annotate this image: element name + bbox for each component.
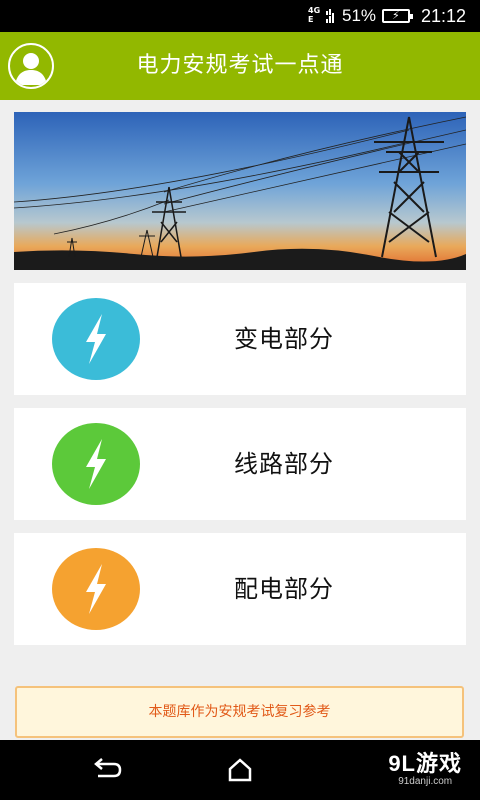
clock: 21:12 bbox=[421, 6, 467, 26]
system-nav-bar: 9L游戏 91danji.com bbox=[0, 740, 480, 800]
banner-image bbox=[14, 112, 466, 270]
category-label: 线路部分 bbox=[234, 450, 334, 478]
category-distribution[interactable]: 配电部分 bbox=[14, 533, 466, 645]
app-title: 电力安规考试一点通 bbox=[136, 53, 344, 78]
category-label: 变电部分 bbox=[234, 325, 334, 353]
notice-banner: 本题库作为安规考试复习参考 bbox=[15, 686, 464, 738]
back-icon[interactable] bbox=[88, 752, 124, 788]
home-icon[interactable] bbox=[222, 752, 258, 788]
status-bar: 4G E 51% ⚡ 21:12 bbox=[0, 0, 480, 32]
network-icon: 4G E bbox=[308, 6, 321, 24]
lightning-bolt-icon bbox=[52, 298, 140, 380]
user-avatar-icon[interactable] bbox=[8, 43, 54, 89]
lightning-bolt-icon bbox=[52, 423, 140, 505]
battery-charging-icon: ⚡ bbox=[382, 9, 413, 23]
category-label: 配电部分 bbox=[234, 575, 334, 603]
signal-icon bbox=[326, 9, 334, 23]
category-substation[interactable]: 变电部分 bbox=[14, 283, 466, 395]
lightning-bolt-icon bbox=[52, 548, 140, 630]
watermark-logo: 9L游戏 91danji.com bbox=[388, 751, 462, 787]
battery-percent: 51% bbox=[342, 6, 377, 25]
category-line[interactable]: 线路部分 bbox=[14, 408, 466, 520]
app-bar: 电力安规考试一点通 bbox=[0, 32, 480, 100]
